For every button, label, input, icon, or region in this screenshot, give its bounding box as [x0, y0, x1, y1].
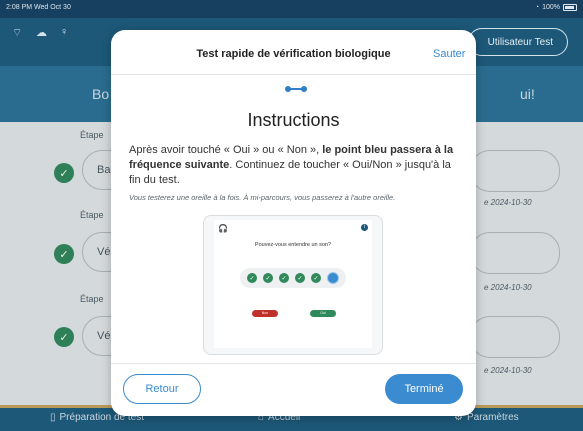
step-action[interactable] — [470, 316, 560, 358]
current-frequency-dot — [327, 272, 339, 284]
preview-no-button: Non — [252, 310, 278, 317]
status-time: 2:08 PM Wed Oct 30 — [6, 4, 71, 11]
done-button[interactable]: Terminé — [385, 374, 463, 404]
frequency-track: ✓ ✓ ✓ ✓ ✓ — [240, 268, 346, 288]
check-icon: ✓ — [279, 273, 289, 283]
cloud-icon[interactable]: ☁ — [36, 26, 47, 39]
step-date: e 2024-10-30 — [484, 283, 532, 292]
check-icon: ✓ — [263, 273, 273, 283]
wifi-icon[interactable]: ⌔ — [12, 26, 24, 39]
check-icon: ✓ — [311, 273, 321, 283]
clipboard-icon: ▯ — [50, 412, 56, 423]
check-icon: ✓ — [54, 244, 74, 264]
skip-button[interactable]: Sauter — [433, 48, 465, 60]
greeting-left: Bo — [92, 86, 110, 102]
user-button[interactable]: Utilisateur Test — [468, 28, 568, 56]
divider — [111, 74, 476, 75]
headphones-icon: 🎧 — [218, 224, 228, 233]
step-date: e 2024-10-30 — [484, 366, 532, 375]
check-icon: ✓ — [54, 163, 74, 183]
instructions-note: Vous testerez une oreille à la fois. À m… — [129, 193, 396, 202]
page-dot — [301, 86, 307, 92]
step-label: Étape — [80, 210, 104, 220]
step-label: Étape — [80, 130, 104, 140]
check-icon: ✓ — [295, 273, 305, 283]
page-indicator — [285, 86, 307, 92]
battery-percent: 100% — [542, 4, 560, 11]
check-icon: ✓ — [247, 273, 257, 283]
instructions-text: Après avoir touché « Oui » ou « Non », l… — [129, 143, 459, 188]
step-date: e 2024-10-30 — [484, 198, 532, 207]
preview-screen: 🎧 i Pouvez-vous entendre un son? ✓ ✓ ✓ ✓… — [214, 220, 372, 348]
modal-title: Test rapide de vérification biologique — [196, 48, 391, 60]
status-bar: 2:08 PM Wed Oct 30 ◔ 100% — [0, 0, 583, 18]
battery-icon — [563, 4, 577, 11]
status-indicators: ◔ 100% — [535, 4, 577, 11]
instructions-modal: Test rapide de vérification biologique S… — [111, 30, 476, 416]
back-button[interactable]: Retour — [123, 374, 201, 404]
check-icon: ✓ — [54, 327, 74, 347]
instructions-text-part: Après avoir touché « Oui » ou « Non », — [129, 144, 323, 156]
nav-settings-label: Paramètres — [466, 412, 519, 423]
instructions-heading: Instructions — [247, 110, 340, 130]
step-action[interactable] — [470, 232, 560, 274]
step-action[interactable] — [470, 150, 560, 192]
preview-yes-button: Oui — [310, 310, 336, 317]
preview-question: Pouvez-vous entendre un son? — [254, 242, 332, 248]
greeting-right: ui! — [520, 86, 535, 102]
accessibility-icon[interactable]: ♀ — [60, 26, 68, 38]
wifi-status-icon: ◔ — [534, 4, 540, 11]
info-icon: i — [361, 224, 368, 231]
divider — [111, 363, 476, 364]
tablet-preview: 🎧 i Pouvez-vous entendre un son? ✓ ✓ ✓ ✓… — [203, 215, 383, 355]
step-label: Étape — [80, 294, 104, 304]
